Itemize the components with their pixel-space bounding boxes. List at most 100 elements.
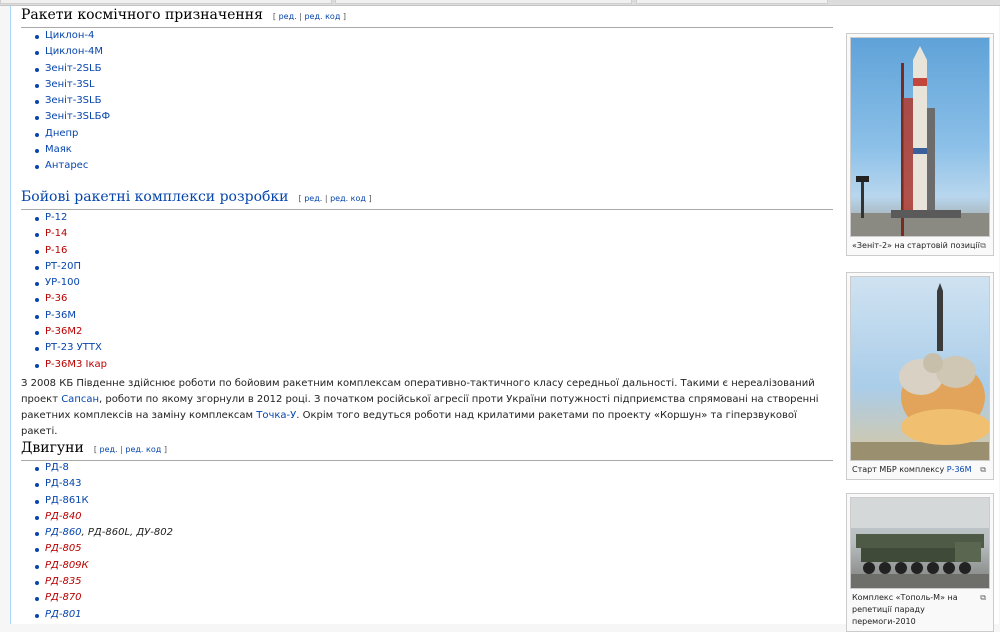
edit-code-link[interactable]: ред. код xyxy=(125,445,161,454)
space-rocket-item: Зеніт-3SLБФ xyxy=(35,109,110,125)
space-rocket-item-link[interactable]: Зеніт-2SLБ xyxy=(45,63,101,74)
magnify-icon[interactable]: ⧉ xyxy=(980,464,986,476)
engine-item: РД-805 xyxy=(35,541,173,557)
magnify-icon[interactable]: ⧉ xyxy=(980,592,986,604)
missile-launch-icon xyxy=(851,283,989,460)
engine-item: РД-835 xyxy=(35,574,173,590)
edit-links: [ ред. | ред. код ] xyxy=(272,12,347,21)
combat-missile-item: Р-12 xyxy=(35,210,107,226)
topol-parade-image[interactable] xyxy=(850,497,990,589)
combat-missile-item-link[interactable]: Р-14 xyxy=(45,228,67,239)
section-heading-engines: Двигуни [ ред. | ред. код ] xyxy=(21,439,833,461)
engine-item-link[interactable]: РД-805 xyxy=(45,543,82,554)
top-tab-3[interactable] xyxy=(636,0,828,4)
topol-launcher-icon xyxy=(851,498,989,588)
space-rocket-item: Зеніт-2SLБ xyxy=(35,61,110,77)
section-title: Двигуни xyxy=(21,440,84,456)
section-title: Ракети космічного призначення xyxy=(21,7,263,23)
engine-item-link[interactable]: РД-801 xyxy=(45,609,82,620)
space-rocket-item: Зеніт-3SL xyxy=(35,77,110,93)
article-content: Ракети космічного призначення [ ред. | ре… xyxy=(10,6,999,632)
edit-link[interactable]: ред. xyxy=(100,445,118,454)
space-rocket-item-link[interactable]: Антарес xyxy=(45,160,88,171)
engine-item: РД-860, РД-860L, ДУ-802 xyxy=(35,525,173,541)
space-rocket-item: Зеніт-3SLБ xyxy=(35,93,110,109)
engine-item-rest: , РД-860L, ДУ-802 xyxy=(81,527,173,539)
r36m-launch-image[interactable] xyxy=(850,276,990,461)
zenit-launch-image[interactable] xyxy=(850,37,990,237)
combat-missile-item: УР-100 xyxy=(35,275,107,291)
engine-item-link[interactable]: РД-861К xyxy=(45,495,89,506)
space-rocket-item-link[interactable]: Маяк xyxy=(45,144,72,155)
section-heading-space-rockets: Ракети космічного призначення [ ред. | ре… xyxy=(21,6,833,28)
engine-item: РД-870 xyxy=(35,590,173,606)
space-rocket-item: Циклон-4 xyxy=(35,28,110,44)
combat-missile-item-link[interactable]: РТ-20П xyxy=(45,261,81,272)
space-rocket-item-link[interactable]: Зеніт-3SLБ xyxy=(45,95,101,106)
space-rocket-item: Маяк xyxy=(35,142,110,158)
engine-item-link[interactable]: РД-843 xyxy=(45,478,82,489)
edit-links: [ ред. | ред. код ] xyxy=(298,194,372,203)
combat-missile-item-link[interactable]: Р-36 xyxy=(45,293,67,304)
combat-missile-item-link[interactable]: Р-36М2 xyxy=(45,326,82,337)
engine-item-link[interactable]: РД-809К xyxy=(45,560,89,571)
engine-item-link[interactable]: РД-840 xyxy=(45,511,82,522)
topol-caption: Комплекс «Тополь-М» на репетиції параду … xyxy=(852,592,986,626)
space-rocket-item-link[interactable]: Циклон-4М xyxy=(45,46,103,57)
combat-missile-item: Р-36М3 Ікар xyxy=(35,357,107,373)
top-tab-2[interactable] xyxy=(335,0,632,4)
engine-item: РД-8 xyxy=(35,460,173,476)
engines-list: РД-8 РД-843 РД-861К РД-840 РД-860, РД-860L, … xyxy=(35,460,173,623)
space-rocket-item-link[interactable]: Зеніт-3SLБФ xyxy=(45,111,110,122)
combat-missile-item: Р-36М2 xyxy=(35,324,107,340)
space-rocket-item-link[interactable]: Зеніт-3SL xyxy=(45,79,95,90)
zenit-rocket-icon xyxy=(851,46,989,236)
section-title: Бойові ракетні комплекси розробки xyxy=(21,189,289,205)
thumb-topol: Комплекс «Тополь-М» на репетиції параду … xyxy=(846,493,994,632)
space-rocket-item: Антарес xyxy=(35,158,110,174)
space-rocket-item-link[interactable]: Циклон-4 xyxy=(45,30,94,41)
top-tab-1[interactable] xyxy=(0,0,332,4)
engine-item: РД-809К xyxy=(35,558,173,574)
combat-missile-item: Р-14 xyxy=(35,226,107,242)
combat-missile-item-link[interactable]: Р-36М xyxy=(45,310,76,321)
section-heading-combat-missiles: Бойові ракетні комплекси розробки [ ред. … xyxy=(21,188,833,210)
combat-missile-item: Р-36М xyxy=(35,308,107,324)
magnify-icon[interactable]: ⧉ xyxy=(980,240,986,252)
zenit-caption: «Зеніт-2» на стартовій позиції ⧉ xyxy=(852,240,986,252)
edit-code-link[interactable]: ред. код xyxy=(304,12,340,21)
edit-links: [ ред. | ред. код ] xyxy=(93,445,167,454)
edit-code-link[interactable]: ред. код xyxy=(330,194,366,203)
combat-missile-item-link[interactable]: УР-100 xyxy=(45,277,80,288)
combat-missiles-list: Р-12 Р-14 Р-16 РТ-20П УР-100 Р-36 Р-36М Р-36М2 Р… xyxy=(35,210,107,373)
space-rockets-list: Циклон-4 Циклон-4М Зеніт-2SLБ Зеніт-3SL Зені… xyxy=(35,28,110,175)
engine-item-link[interactable]: РД-860 xyxy=(45,527,82,538)
thumb-zenit: «Зеніт-2» на стартовій позиції ⧉ xyxy=(846,33,994,256)
combat-missile-item-link[interactable]: Р-36М3 Ікар xyxy=(45,359,107,370)
combat-missile-item: РТ-20П xyxy=(35,259,107,275)
tochka-u-link[interactable]: Точка-У xyxy=(256,410,296,421)
space-rocket-item: Циклон-4М xyxy=(35,44,110,60)
r36m-link[interactable]: Р-36М xyxy=(947,465,972,474)
thumb-r36m: Старт МБР комплексу Р-36М ⧉ xyxy=(846,272,994,480)
sapsan-link[interactable]: Сапсан xyxy=(61,394,99,405)
engine-item-link[interactable]: РД-870 xyxy=(45,592,82,603)
r36m-caption: Старт МБР комплексу Р-36М ⧉ xyxy=(852,464,986,476)
combat-missile-item-link[interactable]: РТ-23 УТТХ xyxy=(45,342,102,353)
engine-item: РД-801 xyxy=(35,607,173,623)
combat-missile-item: Р-36 xyxy=(35,291,107,307)
edit-link[interactable]: ред. xyxy=(304,194,322,203)
combat-missile-item: Р-16 xyxy=(35,243,107,259)
space-rocket-item-link[interactable]: Днепр xyxy=(45,128,78,139)
engine-item: РД-843 xyxy=(35,476,173,492)
engine-item-link[interactable]: РД-8 xyxy=(45,462,69,473)
combat-missile-item-link[interactable]: Р-16 xyxy=(45,245,67,256)
combat-paragraph: З 2008 КБ Південне здійснює роботи по бо… xyxy=(21,378,819,437)
combat-missile-item: РТ-23 УТТХ xyxy=(35,340,107,356)
combat-missile-item-link[interactable]: Р-12 xyxy=(45,212,67,223)
engine-item: РД-861К xyxy=(35,493,173,509)
space-rocket-item: Днепр xyxy=(35,126,110,142)
engine-item-link[interactable]: РД-835 xyxy=(45,576,82,587)
edit-link[interactable]: ред. xyxy=(279,12,297,21)
engine-item: РД-840 xyxy=(35,509,173,525)
